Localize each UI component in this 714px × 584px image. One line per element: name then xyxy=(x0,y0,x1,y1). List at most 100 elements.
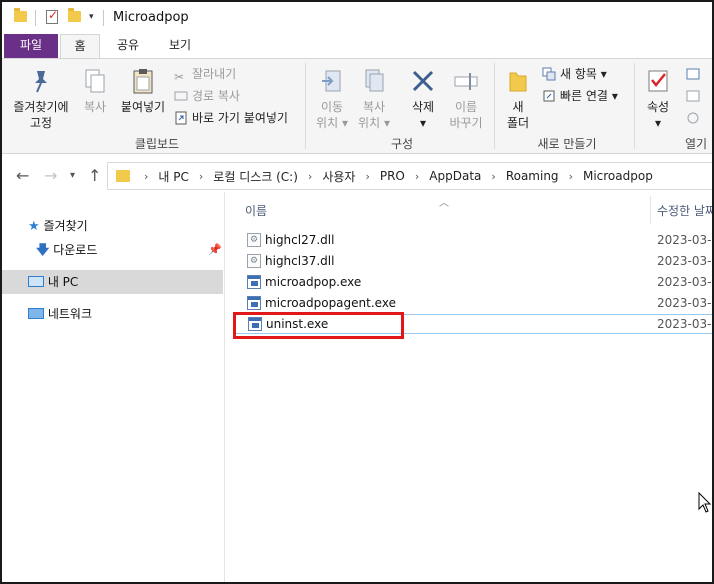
easy-access-icon xyxy=(542,89,556,103)
properties-button[interactable]: 속성 ▾ xyxy=(640,67,676,131)
navigation-pane: ★ 즐겨찾기 🡇 다운로드 📌 내 PC 네트워크 xyxy=(2,192,224,582)
scissors-icon: ✂ xyxy=(174,70,185,84)
file-name: microadpopagent.exe xyxy=(265,296,396,310)
nav-network[interactable]: 네트워크 xyxy=(28,302,92,326)
clipboard-icon xyxy=(129,67,157,95)
open-icon xyxy=(686,67,700,81)
breadcrumb-users[interactable]: 사용자 xyxy=(322,168,355,185)
move-to-label-line1: 이동 xyxy=(320,100,344,114)
divider xyxy=(35,10,36,26)
copy-path-label: 경로 복사 xyxy=(192,89,240,103)
highlight-box xyxy=(233,312,404,339)
address-bar[interactable]: › 내 PC › 로컬 디스크 (C:) › 사용자 › PRO › AppDa… xyxy=(107,162,712,190)
properties-label: 속성 xyxy=(646,100,670,114)
breadcrumb-chevron-icon[interactable]: › xyxy=(365,170,369,183)
forward-arrow-icon[interactable]: → xyxy=(44,166,57,185)
breadcrumb-local-disk[interactable]: 로컬 디스크 (C:) xyxy=(213,168,298,185)
file-list: ︿ 이름 수정한 날짜 highcl27.dll 2023-03-1 highc… xyxy=(225,192,714,582)
column-divider[interactable] xyxy=(650,196,651,224)
properties-dropdown-icon[interactable]: ▾ xyxy=(640,115,676,131)
breadcrumb-this-pc[interactable]: 내 PC xyxy=(158,168,188,185)
nav-quick-access[interactable]: ★ 즐겨찾기 xyxy=(28,214,88,238)
edit-icon xyxy=(686,89,700,103)
file-name: microadpop.exe xyxy=(265,275,362,289)
rename-label-line1: 이름 xyxy=(454,100,478,114)
sort-ascending-icon: ︿ xyxy=(439,198,449,209)
copy-button[interactable]: 복사 xyxy=(78,67,112,115)
title-bar: ✓ ▾ Microadpop xyxy=(2,2,712,34)
new-folder-button[interactable]: 새 폴더 xyxy=(500,67,536,131)
move-to-label-line2: 위치 ▾ xyxy=(316,116,348,130)
tab-share[interactable]: 공유 xyxy=(110,34,146,58)
dll-file-icon xyxy=(247,251,261,271)
nav-this-pc-label: 내 PC xyxy=(47,275,79,289)
cut-button[interactable]: ✂ 잘라내기 xyxy=(174,65,236,84)
divider xyxy=(494,63,495,149)
column-header-date[interactable]: 수정한 날짜 xyxy=(657,202,712,219)
organize-group-label: 구성 xyxy=(390,137,414,151)
new-folder-label-line2: 폴더 xyxy=(506,116,530,130)
customize-quick-access-icon[interactable]: ▾ xyxy=(89,12,94,22)
tab-home[interactable]: 홈 xyxy=(60,34,100,58)
back-arrow-icon[interactable]: ← xyxy=(16,166,29,185)
pin-to-quick-access-button[interactable]: 즐겨찾기에 고정 xyxy=(8,67,74,131)
nav-downloads[interactable]: 🡇 다운로드 xyxy=(36,238,97,262)
download-arrow-icon: 🡇 xyxy=(36,243,50,258)
rename-button[interactable]: 이름 바꾸기 xyxy=(444,67,488,131)
breadcrumb-chevron-icon[interactable]: › xyxy=(144,170,148,183)
divider xyxy=(305,63,306,149)
open-button[interactable] xyxy=(686,65,712,83)
edit-button[interactable] xyxy=(686,87,712,105)
copy-path-button[interactable]: 경로 복사 xyxy=(174,87,240,105)
file-row[interactable]: highcl27.dll 2023-03-1 xyxy=(235,230,714,250)
breadcrumb-microadpop[interactable]: Microadpop xyxy=(583,169,653,183)
new-item-button[interactable]: 새 항목 ▾ xyxy=(542,65,607,83)
tab-view[interactable]: 보기 xyxy=(162,34,198,58)
history-button[interactable] xyxy=(686,109,712,127)
recent-locations-chevron-icon[interactable]: ▾ xyxy=(70,170,75,181)
file-date: 2023-03-1 xyxy=(657,254,714,268)
new-folder-icon xyxy=(504,67,532,95)
breadcrumb-pro[interactable]: PRO xyxy=(380,169,405,183)
file-row[interactable]: microadpopagent.exe 2023-03-1 xyxy=(235,293,712,313)
nav-this-pc[interactable]: 내 PC xyxy=(2,270,223,294)
move-to-button[interactable]: 이동 위치 ▾ xyxy=(312,67,352,131)
explorer-window: ✓ ▾ Microadpop 파일 홈 공유 보기 즐겨찾기에 고정 복사 붙여… xyxy=(0,0,714,584)
copy-to-icon xyxy=(360,67,388,95)
paste-button[interactable]: 붙여넣기 xyxy=(116,67,170,115)
pin-label-line1: 즐겨찾기에 xyxy=(13,100,69,114)
breadcrumb-appdata[interactable]: AppData xyxy=(429,169,481,183)
copy-path-icon xyxy=(174,89,188,103)
folder-icon xyxy=(116,170,130,182)
delete-button[interactable]: 삭제 ▾ xyxy=(404,67,442,131)
properties-quick-icon[interactable]: ✓ xyxy=(46,8,58,24)
delete-label: 삭제 xyxy=(411,100,435,114)
column-header-name[interactable]: 이름 xyxy=(245,202,267,219)
new-folder-quick-icon[interactable] xyxy=(68,8,81,22)
file-row[interactable]: highcl37.dll 2023-03-1 xyxy=(235,251,714,271)
easy-access-button[interactable]: 빠른 연결 ▾ xyxy=(542,87,618,105)
breadcrumb-chevron-icon[interactable]: › xyxy=(569,170,573,183)
divider xyxy=(634,63,635,149)
breadcrumb-roaming[interactable]: Roaming xyxy=(506,169,559,183)
breadcrumb-chevron-icon[interactable]: › xyxy=(308,170,312,183)
nav-quick-access-label: 즐겨찾기 xyxy=(43,219,88,233)
file-date: 2023-03-1 xyxy=(657,233,714,247)
tab-file[interactable]: 파일 xyxy=(4,34,58,58)
up-arrow-icon[interactable]: ↑ xyxy=(88,166,101,185)
delete-dropdown-icon[interactable]: ▾ xyxy=(404,115,442,131)
new-item-label: 새 항목 xyxy=(560,67,597,81)
pin-icon[interactable]: 📌 xyxy=(208,238,222,262)
breadcrumb-chevron-icon[interactable]: › xyxy=(415,170,419,183)
rename-label-line2: 바꾸기 xyxy=(449,116,483,130)
copy-to-label-line2: 위치 ▾ xyxy=(358,116,390,130)
breadcrumb-chevron-icon[interactable]: › xyxy=(491,170,495,183)
new-item-icon xyxy=(542,67,556,81)
copy-to-button[interactable]: 복사 위치 ▾ xyxy=(354,67,394,131)
paste-shortcut-button[interactable]: 바로 가기 붙여넣기 xyxy=(174,109,288,127)
file-row[interactable]: microadpop.exe 2023-03-1 xyxy=(235,272,714,292)
open-group-label: 열기 xyxy=(684,137,708,151)
file-date: 2023-03-1 xyxy=(657,275,714,289)
breadcrumb-chevron-icon[interactable]: › xyxy=(199,170,203,183)
file-name: highcl27.dll xyxy=(265,233,335,247)
